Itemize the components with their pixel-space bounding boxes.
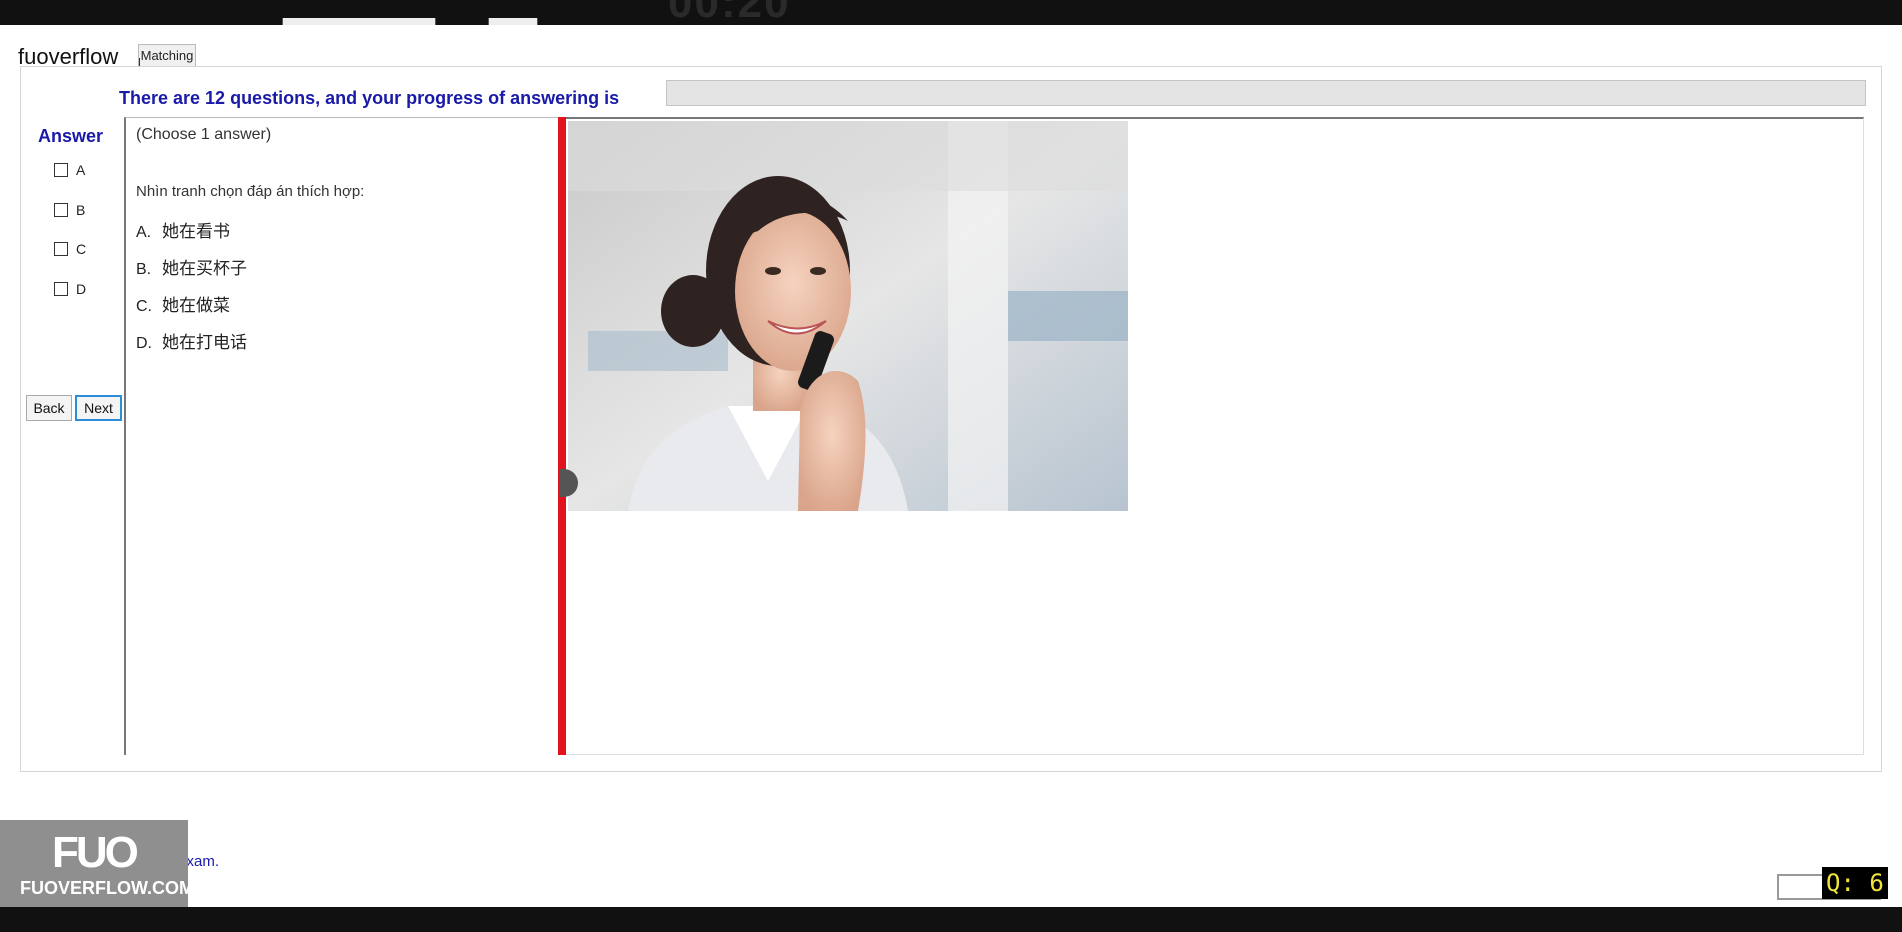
cut-off-button <box>488 18 538 25</box>
answer-option-a[interactable]: A <box>54 161 85 179</box>
answer-label: Answer <box>38 126 104 146</box>
checkbox-c[interactable] <box>54 242 68 256</box>
choose-hint: (Choose 1 answer) <box>136 126 272 143</box>
watermark-logo: FUO <box>52 828 139 877</box>
answer-option-label: A <box>76 162 86 178</box>
answer-option-label: D <box>76 281 87 297</box>
option-letter: A. <box>136 224 152 241</box>
question-panel: (Choose 1 answer) Nhìn tranh chọn đáp án… <box>124 117 560 755</box>
question-counter: Q: 6 <box>1822 867 1888 899</box>
option-text: 她在打电话 <box>162 333 247 352</box>
bottom-black-bar <box>0 907 1902 932</box>
answer-option-c[interactable]: C <box>54 240 86 258</box>
checkbox-a[interactable] <box>54 163 68 177</box>
tab-matching[interactable]: Matching <box>138 44 196 68</box>
answer-option-b[interactable]: B <box>54 201 85 219</box>
answer-option-label: C <box>76 241 87 257</box>
watermark-site: FUOVERFLOW.COM <box>20 878 194 898</box>
question-option-c: C. 她在做菜 <box>136 291 230 316</box>
timer-cut-off: 00:20 <box>668 0 791 25</box>
question-option-b: B. 她在买杯子 <box>136 254 247 279</box>
question-instruction: Nhìn tranh chọn đáp án thích hợp: <box>136 183 365 200</box>
option-letter: C. <box>136 298 152 315</box>
cut-off-dropdown <box>282 18 436 25</box>
top-black-bar: 00:20 <box>0 0 1902 25</box>
watermark: FUO FUOVERFLOW.COM <box>0 820 194 907</box>
back-button[interactable]: Back <box>26 395 72 421</box>
checkbox-d[interactable] <box>54 282 68 296</box>
progress-bar <box>666 80 1866 106</box>
option-text: 她在看书 <box>162 222 230 241</box>
next-button[interactable]: Next <box>75 395 122 421</box>
question-option-a: A. 她在看书 <box>136 217 230 242</box>
option-letter: D. <box>136 335 152 352</box>
question-photo <box>568 121 1128 511</box>
checkbox-b[interactable] <box>54 203 68 217</box>
option-text: 她在买杯子 <box>162 259 247 278</box>
answer-option-label: B <box>76 202 86 218</box>
panel-splitter[interactable] <box>558 117 566 755</box>
option-letter: B. <box>136 261 152 278</box>
image-panel <box>560 117 1864 755</box>
answer-option-d[interactable]: D <box>54 280 86 298</box>
option-text: 她在做菜 <box>162 296 230 315</box>
progress-text: There are 12 questions, and your progres… <box>119 88 620 108</box>
question-option-d: D. 她在打电话 <box>136 328 247 353</box>
